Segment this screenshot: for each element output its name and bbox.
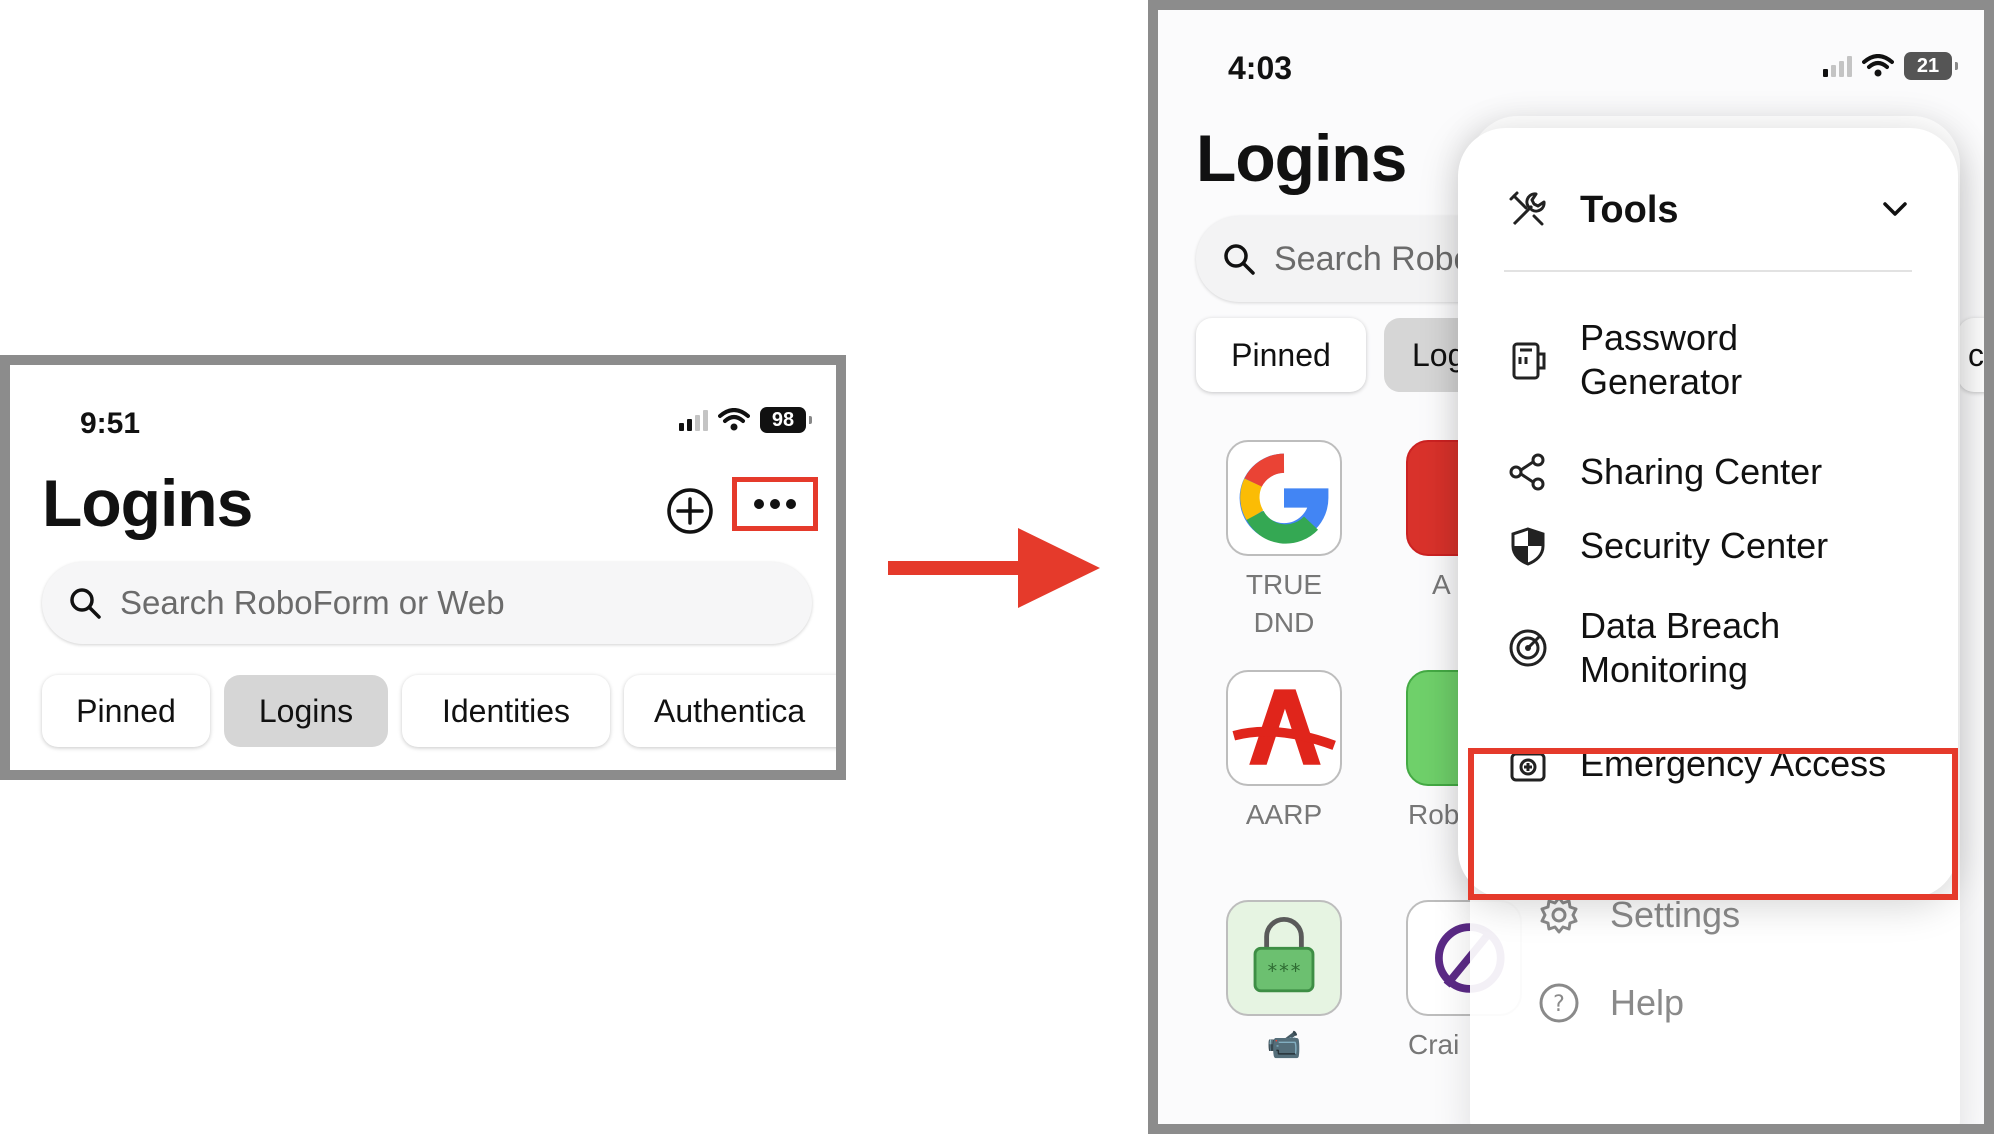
- menu-item-data-breach-monitoring[interactable]: Data Breach Monitoring: [1506, 604, 1900, 692]
- tab-pinned[interactable]: Pinned: [42, 675, 210, 747]
- svg-text:***: ***: [1267, 959, 1302, 982]
- emergency-access-highlight: [1468, 748, 1958, 900]
- aarp-icon: [1226, 670, 1342, 786]
- menu-item-label: Data Breach Monitoring: [1580, 605, 1781, 690]
- tab-pinned[interactable]: Pinned: [1196, 318, 1366, 392]
- menu-item-label: Security Center: [1580, 525, 1829, 566]
- cellular-signal-icon: [679, 409, 708, 431]
- tab-logins[interactable]: Logins: [224, 675, 388, 747]
- chevron-down-icon: [1883, 202, 1907, 216]
- page-title: Logins: [42, 466, 253, 540]
- menu-item-label: Password Generator: [1580, 317, 1743, 402]
- tools-menu-header[interactable]: Tools: [1506, 180, 1916, 240]
- menu-item-settings[interactable]: Settings: [1538, 894, 1740, 936]
- page-title: Logins: [1196, 121, 1407, 195]
- share-icon: [1509, 453, 1545, 491]
- menu-item-password-generator[interactable]: Password Generator: [1506, 316, 1900, 404]
- menu-title: Tools: [1580, 188, 1679, 231]
- menu-item-label: Settings: [1610, 894, 1741, 935]
- login-item-video[interactable]: *** 📹: [1214, 900, 1354, 1064]
- right-screenshot-panel: 4:03 21 Logins Search Robo Pinned Log ca: [1148, 0, 1994, 1134]
- tools-icon: [1509, 191, 1546, 226]
- search-placeholder: Search Robo: [1274, 239, 1473, 278]
- login-item-label: TRUE DND: [1245, 569, 1323, 638]
- status-time: 4:03: [1228, 50, 1293, 86]
- password-generator-icon: [1512, 342, 1546, 380]
- menu-item-help[interactable]: ? Help: [1538, 982, 1684, 1024]
- battery-indicator: 98: [760, 407, 812, 433]
- battery-indicator: 21: [1904, 52, 1958, 80]
- search-input[interactable]: Search RoboForm or Web: [42, 562, 812, 644]
- status-icons: 21: [1823, 52, 1958, 80]
- left-screenshot-panel: 9:51 98 Logins Search RoboForm or Web Pi…: [0, 355, 846, 780]
- login-item-aarp[interactable]: AARP: [1214, 670, 1354, 834]
- category-tabs: Pinned Logins Identities Authentica: [42, 675, 836, 747]
- search-icon: [70, 588, 101, 619]
- gear-icon: [1540, 896, 1578, 934]
- more-options-button[interactable]: [732, 477, 818, 531]
- tab-identities[interactable]: Identities: [402, 675, 610, 747]
- add-button[interactable]: [666, 487, 714, 535]
- password-lock-icon: ***: [1226, 900, 1342, 1016]
- status-icons: 98: [679, 407, 812, 433]
- help-icon: ?: [1539, 983, 1579, 1023]
- ellipsis-icon: [754, 499, 796, 509]
- search-placeholder: Search RoboForm or Web: [120, 584, 505, 621]
- cellular-signal-icon: [1823, 55, 1852, 77]
- login-item-label: 📹: [1266, 1029, 1302, 1060]
- google-icon: [1226, 440, 1342, 556]
- menu-item-label: Sharing Center: [1580, 451, 1823, 492]
- tab-authenticator[interactable]: ca: [1958, 318, 1984, 392]
- tab-authenticator[interactable]: Authentica: [624, 675, 836, 747]
- menu-divider: [1504, 270, 1912, 272]
- radar-icon: [1509, 629, 1547, 667]
- search-icon: [1224, 244, 1255, 275]
- login-item-true-dnd[interactable]: TRUE DND: [1214, 440, 1354, 642]
- status-time: 9:51: [80, 407, 141, 440]
- menu-item-security-center[interactable]: Security Center: [1506, 524, 1900, 568]
- svg-text:?: ?: [1553, 992, 1565, 1017]
- login-item-label: AARP: [1245, 799, 1323, 830]
- wifi-icon: [718, 408, 750, 431]
- menu-item-label: Help: [1610, 982, 1685, 1023]
- wifi-icon: [1862, 54, 1894, 77]
- flow-arrow: [888, 528, 1100, 608]
- menu-item-sharing-center[interactable]: Sharing Center: [1506, 450, 1900, 494]
- shield-icon: [1511, 527, 1545, 566]
